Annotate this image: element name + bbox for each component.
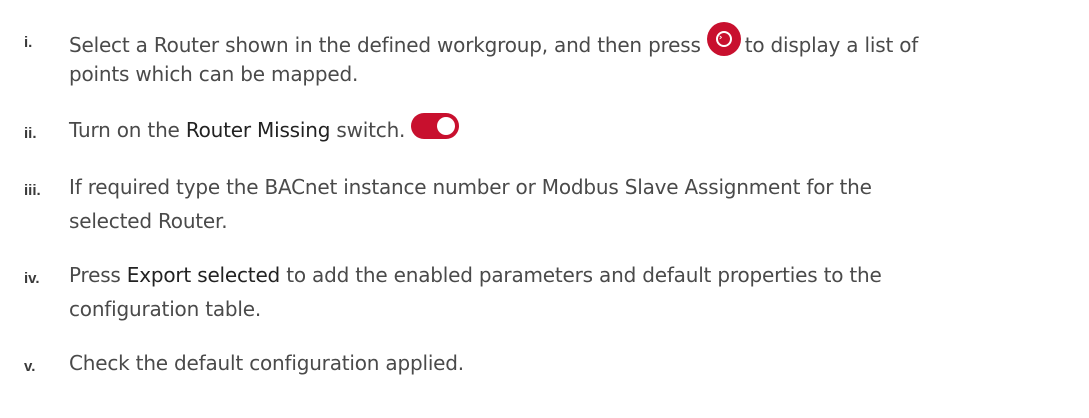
circle-chevron-right-icon: › bbox=[706, 22, 741, 56]
step-number: v. bbox=[24, 358, 36, 375]
step-text: Turn on the bbox=[69, 118, 186, 142]
step-text-line: selected Router. bbox=[69, 209, 228, 233]
step-text-line: If required type the BACnet instance num… bbox=[69, 175, 872, 199]
step-text: to display a list of bbox=[744, 33, 919, 57]
step-text: switch. bbox=[330, 118, 406, 142]
step-number: ii. bbox=[24, 125, 37, 142]
step-text: Select a Router shown in the defined wor… bbox=[69, 33, 701, 57]
step-number: iv. bbox=[24, 270, 40, 287]
step-text-line: Select a Router shown in the defined wor… bbox=[69, 22, 918, 62]
step-number: iii. bbox=[24, 182, 41, 199]
step-text: to add the enabled parameters and defaul… bbox=[280, 263, 882, 287]
step-text-line: Check the default configuration applied. bbox=[69, 351, 464, 375]
step-text-line: Turn on the Router Missing switch. bbox=[69, 113, 460, 147]
step-number: i. bbox=[24, 34, 33, 51]
step-text-line: Press Export selected to add the enabled… bbox=[69, 258, 882, 292]
step-text: Press bbox=[69, 263, 127, 287]
step-text-line: configuration table. bbox=[69, 297, 262, 321]
export-selected-label: Export selected bbox=[126, 263, 281, 287]
toggle-switch-on-icon bbox=[411, 113, 460, 139]
step-text-line: points which can be mapped. bbox=[69, 62, 359, 86]
router-missing-label: Router Missing bbox=[185, 118, 331, 142]
